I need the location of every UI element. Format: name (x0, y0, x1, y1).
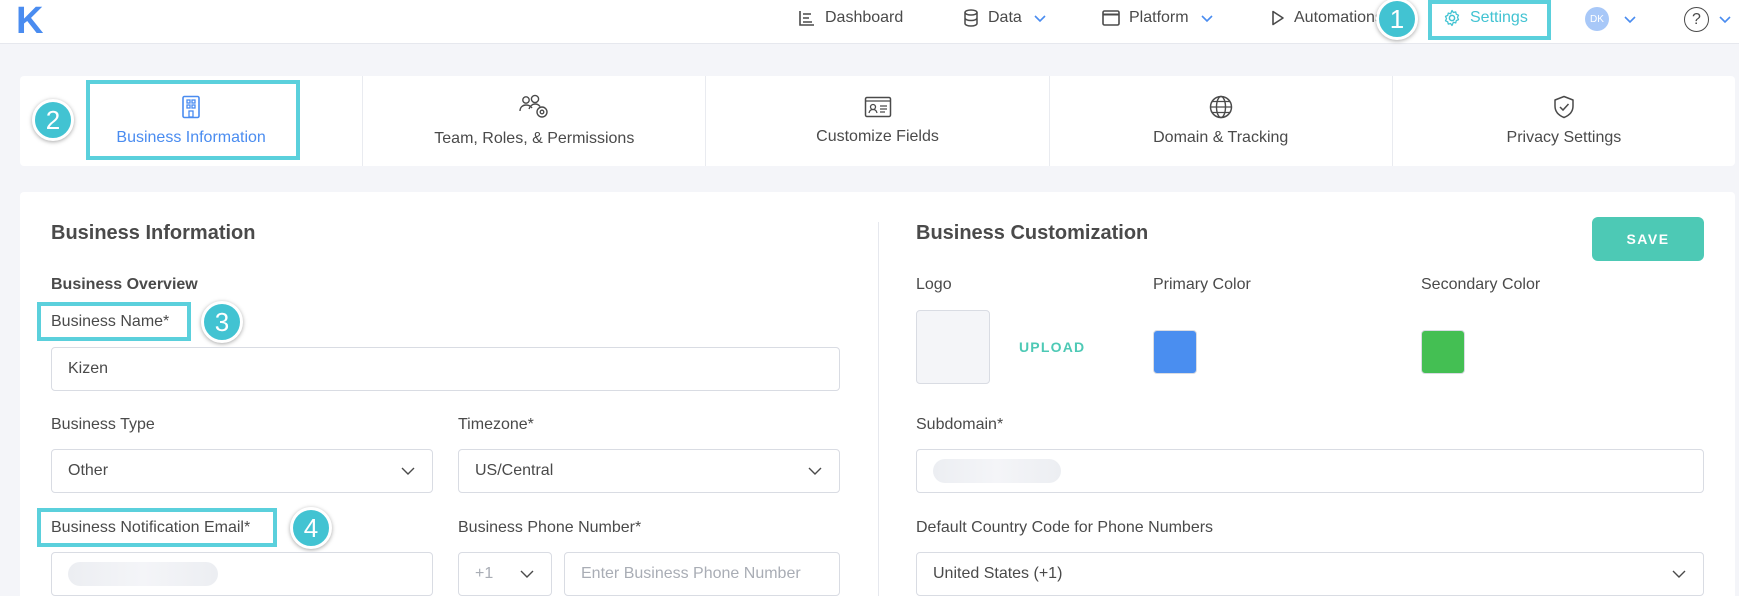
step-marker-1: 1 (1376, 0, 1418, 40)
logo-preview (916, 310, 990, 384)
tab-label: Customize Fields (816, 128, 939, 145)
chevron-down-icon (807, 463, 823, 479)
step-marker-3: 3 (201, 301, 243, 343)
chevron-down-icon (400, 463, 416, 479)
nav-dashboard[interactable]: Dashboard (798, 0, 903, 36)
team-gear-icon (518, 94, 550, 120)
nav-platform[interactable]: Platform (1102, 0, 1214, 36)
nav-automations-label: Automations (1294, 9, 1383, 26)
id-card-icon (864, 96, 892, 118)
subdomain-label: Subdomain* (916, 416, 1004, 433)
redacted-subdomain (933, 459, 1061, 483)
user-avatar[interactable]: DK (1585, 7, 1609, 31)
chevron-down-icon (1671, 566, 1687, 582)
business-name-label: Business Name* (51, 313, 170, 330)
database-icon (963, 9, 979, 27)
nav-automations[interactable]: Automations (1271, 0, 1388, 36)
upload-button[interactable]: UPLOAD (1019, 339, 1085, 355)
tab-team-roles-permissions[interactable]: Team, Roles, & Permissions (363, 76, 707, 166)
business-type-value: Other (68, 462, 109, 479)
phone-code-value: +1 (475, 565, 494, 582)
nav-data-label: Data (988, 9, 1022, 26)
shield-check-icon (1553, 95, 1575, 119)
tab-highlight-box (86, 80, 300, 160)
business-name-input[interactable]: Kizen (51, 347, 840, 391)
timezone-select[interactable]: US/Central (458, 449, 840, 493)
notification-email-label: Business Notification Email* (51, 519, 251, 536)
play-icon (1271, 10, 1285, 26)
business-type-select[interactable]: Other (51, 449, 433, 493)
business-name-value: Kizen (68, 360, 109, 377)
step-marker-2: 2 (32, 99, 74, 141)
dashboard-icon (798, 9, 816, 27)
chevron-down-icon[interactable] (1718, 12, 1732, 26)
phone-number-input[interactable]: Enter Business Phone Number (564, 552, 840, 596)
settings-highlight-box (1428, 0, 1551, 40)
chevron-down-icon (519, 566, 535, 582)
business-information-title: Business Information (51, 222, 256, 244)
tab-label: Privacy Settings (1506, 129, 1622, 146)
business-type-label: Business Type (51, 416, 155, 433)
tab-label: Team, Roles, & Permissions (434, 130, 635, 147)
save-button[interactable]: SAVE (1592, 217, 1704, 261)
chevron-down-icon (1200, 11, 1214, 25)
phone-country-code-select[interactable]: +1 (458, 552, 552, 596)
window-icon (1102, 10, 1120, 26)
kizen-logo[interactable]: K (16, 0, 43, 42)
subdomain-input[interactable] (916, 449, 1704, 493)
tab-label: Domain & Tracking (1153, 129, 1289, 146)
step-marker-4: 4 (290, 507, 332, 549)
country-code-value: United States (+1) (933, 565, 1063, 582)
tab-domain-tracking[interactable]: Domain & Tracking (1050, 76, 1393, 166)
phone-number-label: Business Phone Number* (458, 519, 642, 536)
phone-placeholder: Enter Business Phone Number (581, 565, 801, 582)
nav-data[interactable]: Data (963, 0, 1047, 36)
notification-email-input[interactable] (51, 552, 433, 596)
timezone-value: US/Central (475, 462, 554, 479)
globe-icon (1209, 95, 1233, 119)
secondary-color-label: Secondary Color (1421, 276, 1541, 293)
tab-customize-fields[interactable]: Customize Fields (706, 76, 1050, 166)
nav-dashboard-label: Dashboard (825, 9, 904, 26)
default-country-code-label: Default Country Code for Phone Numbers (916, 519, 1214, 536)
redacted-email (68, 562, 218, 586)
tab-privacy-settings[interactable]: Privacy Settings (1393, 76, 1735, 166)
nav-platform-label: Platform (1129, 9, 1189, 26)
secondary-color-swatch[interactable] (1421, 330, 1465, 374)
help-icon[interactable]: ? (1684, 7, 1709, 32)
chevron-down-icon (1033, 11, 1047, 25)
logo-label: Logo (916, 276, 952, 293)
section-divider (878, 222, 879, 596)
chevron-down-icon[interactable] (1623, 12, 1637, 26)
business-overview-label: Business Overview (51, 276, 198, 293)
timezone-label: Timezone* (458, 416, 534, 433)
top-nav-bar: K Dashboard Data Platform Automations Se… (0, 0, 1739, 44)
default-country-code-select[interactable]: United States (+1) (916, 552, 1704, 596)
primary-color-label: Primary Color (1153, 276, 1251, 293)
primary-color-swatch[interactable] (1153, 330, 1197, 374)
business-customization-title: Business Customization (916, 222, 1149, 244)
